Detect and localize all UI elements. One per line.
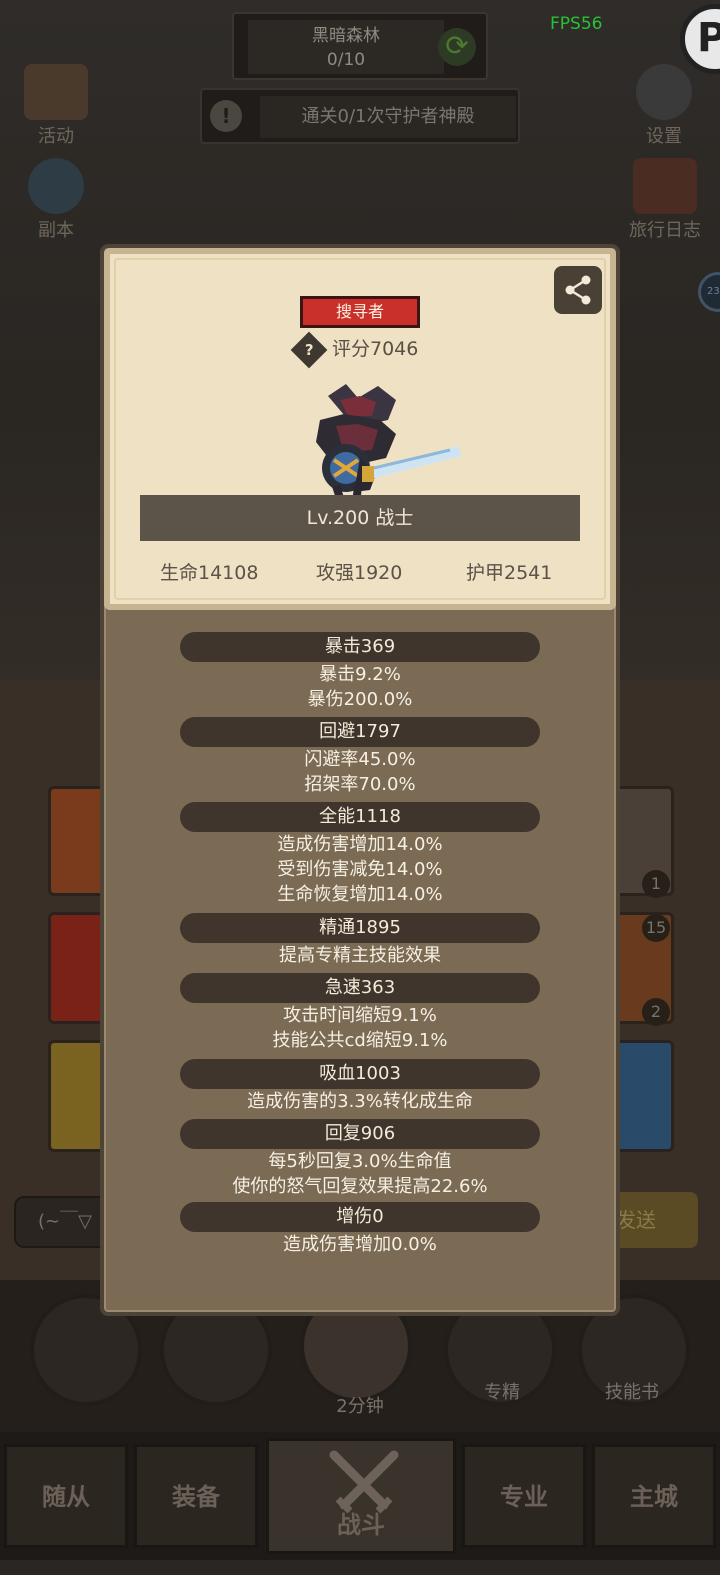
stat-header: 增伤0 xyxy=(180,1202,540,1232)
stat-header: 暴击369 xyxy=(180,632,540,662)
stat-attack-power: 攻强1920 xyxy=(316,562,403,584)
stat-detail: 造成伤害增加14.0% xyxy=(277,834,443,855)
stat-section-mastery: 精通1895 提高专精主技能效果 xyxy=(104,913,616,968)
stat-detail: 造成伤害的3.3%转化成生命 xyxy=(247,1091,473,1112)
stat-header: 急速363 xyxy=(180,973,540,1003)
dungeon-portal-icon xyxy=(28,158,84,214)
share-button[interactable] xyxy=(554,266,602,314)
stat-detail: 招架率70.0% xyxy=(304,774,416,795)
chest-timer: 2分钟 xyxy=(336,1396,384,1417)
exclamation-icon: ! xyxy=(210,100,242,132)
activity-button[interactable]: 活动 xyxy=(14,64,98,148)
stat-header: 回复906 xyxy=(180,1119,540,1149)
stat-detail: 每5秒回复3.0%生命值 xyxy=(268,1151,452,1172)
map-name: 黑暗森林 xyxy=(312,26,380,46)
stat-section-haste: 急速363 攻击时间缩短9.1% 技能公共cd缩短9.1% xyxy=(104,973,616,1053)
stat-section-crit: 暴击369 暴击9.2% 暴伤200.0% xyxy=(104,632,616,712)
slot-count-badge: 2 xyxy=(642,998,670,1026)
skill-book-label: 技能书 xyxy=(605,1382,659,1403)
stat-detail: 攻击时间缩短9.1% xyxy=(283,1005,437,1026)
stat-health: 生命14108 xyxy=(160,562,259,584)
quest-banner[interactable]: ! 通关0/1次守护者神殿 xyxy=(200,88,520,144)
tab-followers[interactable]: 随从 xyxy=(4,1444,128,1548)
level-class-bar: Lv.200 战士 xyxy=(140,495,580,541)
stat-header: 精通1895 xyxy=(180,913,540,943)
rating-row: ? 评分7046 xyxy=(290,331,419,368)
stat-detail: 技能公共cd缩短9.1% xyxy=(272,1030,448,1051)
stat-detail: 生命恢复增加14.0% xyxy=(277,884,443,905)
journal-icon xyxy=(633,158,697,214)
map-progress: 0/10 xyxy=(326,50,366,70)
slot-count-badge: 15 xyxy=(642,914,670,942)
send-button[interactable]: 发送 xyxy=(610,1192,698,1248)
slot-count-badge: 1 xyxy=(642,870,670,898)
stat-section-regen: 回复906 每5秒回复3.0%生命值 使你的怒气回复效果提高22.6% xyxy=(104,1119,616,1199)
stat-header: 全能1118 xyxy=(180,802,540,832)
travel-log-button[interactable]: 旅行日志 xyxy=(620,158,710,242)
stat-header: 回避1797 xyxy=(180,717,540,747)
stat-detail: 使你的怒气回复效果提高22.6% xyxy=(232,1176,488,1197)
settings-button[interactable]: 设置 xyxy=(622,64,706,148)
help-icon[interactable]: ? xyxy=(290,331,328,368)
tab-main-city[interactable]: 主城 xyxy=(592,1444,716,1548)
tab-battle[interactable]: 战斗 xyxy=(266,1438,456,1554)
share-icon xyxy=(565,275,591,305)
stat-detail: 造成伤害增加0.0% xyxy=(283,1234,437,1255)
map-panel[interactable]: 黑暗森林 0/10 ⟳ xyxy=(232,12,488,80)
stat-detail: 暴伤200.0% xyxy=(307,689,413,710)
stat-header: 吸血1003 xyxy=(180,1059,540,1089)
stat-section-avoidance: 回避1797 闪避率45.0% 招架率70.0% xyxy=(104,717,616,797)
stat-section-damage-bonus: 增伤0 造成伤害增加0.0% xyxy=(104,1202,616,1257)
rating-value: 评分7046 xyxy=(332,338,419,360)
dungeon-button[interactable]: 副本 xyxy=(14,158,98,242)
stat-detail: 提高专精主技能效果 xyxy=(279,945,441,966)
fps-counter: FPS56 xyxy=(550,14,603,34)
stat-section-lifesteal: 吸血1003 造成伤害的3.3%转化成生命 xyxy=(104,1059,616,1114)
warrior-avatar xyxy=(316,384,462,506)
stat-armor: 护甲2541 xyxy=(466,562,553,584)
stat-detail: 暴击9.2% xyxy=(319,664,401,685)
stat-section-versatility: 全能1118 造成伤害增加14.0% 受到伤害减免14.0% 生命恢复增加14.… xyxy=(104,802,616,907)
title-badge: 搜寻者 xyxy=(300,296,420,328)
gear-icon xyxy=(636,64,692,120)
refresh-icon[interactable]: ⟳ xyxy=(438,28,476,66)
stat-detail: 受到伤害减免14.0% xyxy=(277,859,443,880)
tab-equipment[interactable]: 装备 xyxy=(134,1444,258,1548)
quest-text: 通关0/1次守护者神殿 xyxy=(260,96,516,138)
specialty-label: 专精 xyxy=(484,1382,520,1403)
tab-profession[interactable]: 专业 xyxy=(462,1444,586,1548)
tab-battle-label: 战斗 xyxy=(337,1511,385,1539)
calendar-icon xyxy=(24,64,88,120)
stat-detail: 闪避率45.0% xyxy=(304,749,416,770)
